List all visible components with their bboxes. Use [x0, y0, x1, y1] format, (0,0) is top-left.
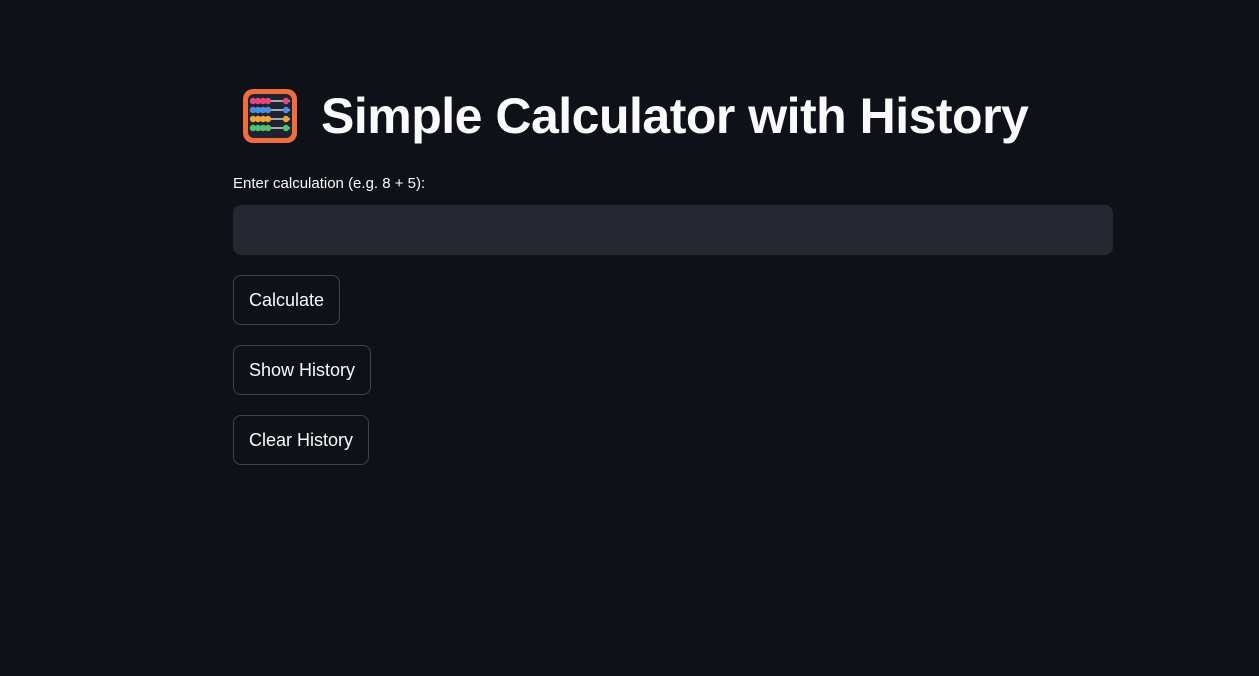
clear-history-button[interactable]: Clear History — [233, 415, 370, 465]
calculation-input[interactable] — [233, 205, 1113, 255]
page-title: Simple Calculator with History — [321, 88, 1029, 144]
calculate-button[interactable]: Calculate — [233, 275, 341, 325]
page-header: Simple Calculator with History — [241, 86, 1029, 146]
calculation-input-label: Enter calculation (e.g. 8 + 5): — [233, 175, 426, 192]
abacus-icon — [241, 87, 299, 145]
show-history-button[interactable]: Show History — [233, 345, 372, 395]
